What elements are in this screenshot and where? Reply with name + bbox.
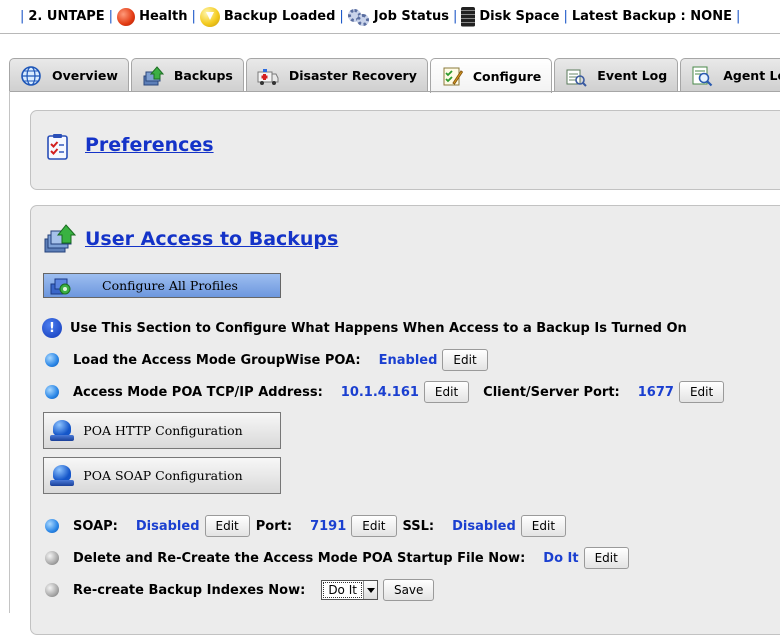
soap-row: SOAP: Disabled Edit Port: 7191 Edit SSL:…	[45, 514, 567, 538]
separator: |	[20, 9, 25, 24]
download-arrow-icon	[199, 6, 220, 27]
tab-configure[interactable]: Configure	[429, 58, 553, 93]
tab-backups[interactable]: Backups	[130, 58, 244, 92]
latest-backup-label: Latest Backup : NONE	[571, 9, 732, 24]
select-value: Do It	[323, 582, 362, 598]
poa-soap-configuration-button[interactable]: POA SOAP Configuration	[43, 457, 281, 494]
button-label: POA SOAP Configuration	[83, 468, 243, 483]
user-access-link[interactable]: User Access to Backups	[85, 228, 338, 250]
poa-address-edit-button[interactable]: Edit	[423, 381, 470, 403]
device-status[interactable]: 2. UNTAPE	[28, 9, 104, 24]
recreate-indexes-row: Re-create Backup Indexes Now: Do It Save	[45, 578, 435, 602]
latest-backup-status[interactable]: Latest Backup : NONE	[572, 9, 732, 24]
client-server-port-edit-button[interactable]: Edit	[678, 381, 725, 403]
load-poa-row: Load the Access Mode GroupWise POA: Enab…	[45, 348, 488, 372]
tab-disaster-recovery[interactable]: Disaster Recovery	[245, 58, 428, 92]
load-poa-value: Enabled	[378, 352, 438, 368]
ssl-edit-button[interactable]: Edit	[520, 515, 567, 537]
client-server-port-value: 1677	[637, 384, 674, 400]
tab-label: Backups	[173, 68, 233, 83]
tab-label: Event Log	[597, 68, 668, 83]
client-server-port-label: Client/Server Port:	[483, 384, 620, 400]
poa-address-row: Access Mode POA TCP/IP Address: 10.1.4.1…	[45, 380, 725, 404]
agent-log-icon	[692, 66, 713, 86]
job-status[interactable]: Job Status	[347, 7, 449, 27]
soap-port-edit-button[interactable]: Edit	[351, 515, 397, 537]
soap-value: Disabled	[135, 518, 200, 534]
backup-loaded-label: Backup Loaded	[223, 9, 336, 24]
backup-loaded-status[interactable]: Backup Loaded	[199, 6, 336, 27]
job-status-label: Job Status	[373, 9, 449, 24]
device-label: 2. UNTAPE	[28, 9, 105, 24]
health-red-icon	[117, 7, 136, 26]
separator: |	[191, 9, 196, 24]
tab-label: Disaster Recovery	[288, 68, 417, 83]
tab-label: Overview	[52, 68, 118, 83]
tab-bar: Overview Backups Disaster Recovery Confi…	[9, 58, 780, 93]
tab-event-log[interactable]: Event Log	[554, 58, 679, 92]
ssl-label: SSL:	[402, 518, 435, 534]
tab-overview[interactable]: Overview	[9, 58, 129, 92]
status-bar: | 2. UNTAPE | Health | Backup Loaded | J…	[0, 0, 780, 34]
load-poa-edit-button[interactable]: Edit	[442, 349, 488, 371]
separator: |	[339, 9, 344, 24]
soap-label: SOAP:	[73, 518, 118, 534]
tab-divider	[9, 91, 780, 92]
backups-stack-icon	[143, 65, 164, 85]
health-status[interactable]: Health	[117, 7, 188, 26]
blue-bullet-icon	[45, 385, 59, 399]
recreate-indexes-save-button[interactable]: Save	[382, 579, 435, 601]
ssl-value: Disabled	[452, 518, 516, 534]
button-label: Configure All Profiles	[102, 278, 238, 293]
disk-stack-icon	[461, 6, 476, 27]
separator: |	[735, 9, 741, 24]
soap-port-value: 7191	[310, 518, 347, 534]
info-text: Use This Section to Configure What Happe…	[70, 320, 687, 336]
ambulance-icon	[257, 68, 279, 85]
recreate-indexes-label: Re-create Backup Indexes Now:	[73, 582, 306, 598]
poa-address-value: 10.1.4.161	[340, 384, 419, 400]
load-poa-label: Load the Access Mode GroupWise POA:	[73, 352, 361, 368]
blue-light-icon	[50, 464, 76, 487]
separator: |	[563, 9, 568, 24]
tab-label: Configure	[472, 68, 542, 84]
recreate-startup-value: Do It	[543, 550, 579, 566]
info-icon: !	[42, 318, 62, 338]
chevron-down-icon[interactable]	[362, 581, 377, 599]
blue-light-icon	[50, 419, 76, 442]
info-row: ! Use This Section to Configure What Hap…	[42, 316, 687, 340]
configure-all-profiles-button[interactable]: Configure All Profiles	[43, 273, 281, 298]
tab-agent-log[interactable]: Agent Log	[680, 58, 780, 92]
event-log-icon	[566, 69, 588, 87]
separator: |	[108, 9, 114, 24]
gears-icon	[347, 7, 370, 27]
disk-space-label: Disk Space	[479, 9, 560, 24]
blue-bullet-icon	[45, 519, 59, 533]
separator: |	[452, 9, 458, 24]
preferences-link[interactable]: Preferences	[85, 134, 214, 156]
health-label: Health	[139, 9, 188, 24]
disk-space-status[interactable]: Disk Space	[461, 6, 560, 27]
backups-stack-icon	[44, 224, 76, 253]
grey-bullet-icon	[45, 583, 59, 597]
soap-edit-button[interactable]: Edit	[204, 515, 250, 537]
checklist-icon	[443, 67, 463, 86]
recreate-startup-label: Delete and Re-Create the Access Mode POA…	[73, 550, 526, 566]
checklist-icon	[47, 134, 68, 160]
content-border	[9, 91, 10, 613]
recreate-startup-row: Delete and Re-Create the Access Mode POA…	[45, 546, 629, 570]
recreate-startup-edit-button[interactable]: Edit	[583, 547, 629, 569]
poa-http-configuration-button[interactable]: POA HTTP Configuration	[43, 412, 281, 449]
grey-bullet-icon	[45, 551, 59, 565]
blue-bullet-icon	[45, 353, 59, 367]
poa-address-label: Access Mode POA TCP/IP Address:	[73, 384, 323, 400]
profiles-gear-icon	[50, 278, 71, 294]
button-label: POA HTTP Configuration	[83, 423, 243, 438]
soap-port-label: Port:	[255, 518, 293, 534]
recreate-indexes-select[interactable]: Do It	[321, 580, 378, 600]
globe-icon	[21, 65, 41, 86]
tab-label: Agent Log	[723, 68, 780, 83]
